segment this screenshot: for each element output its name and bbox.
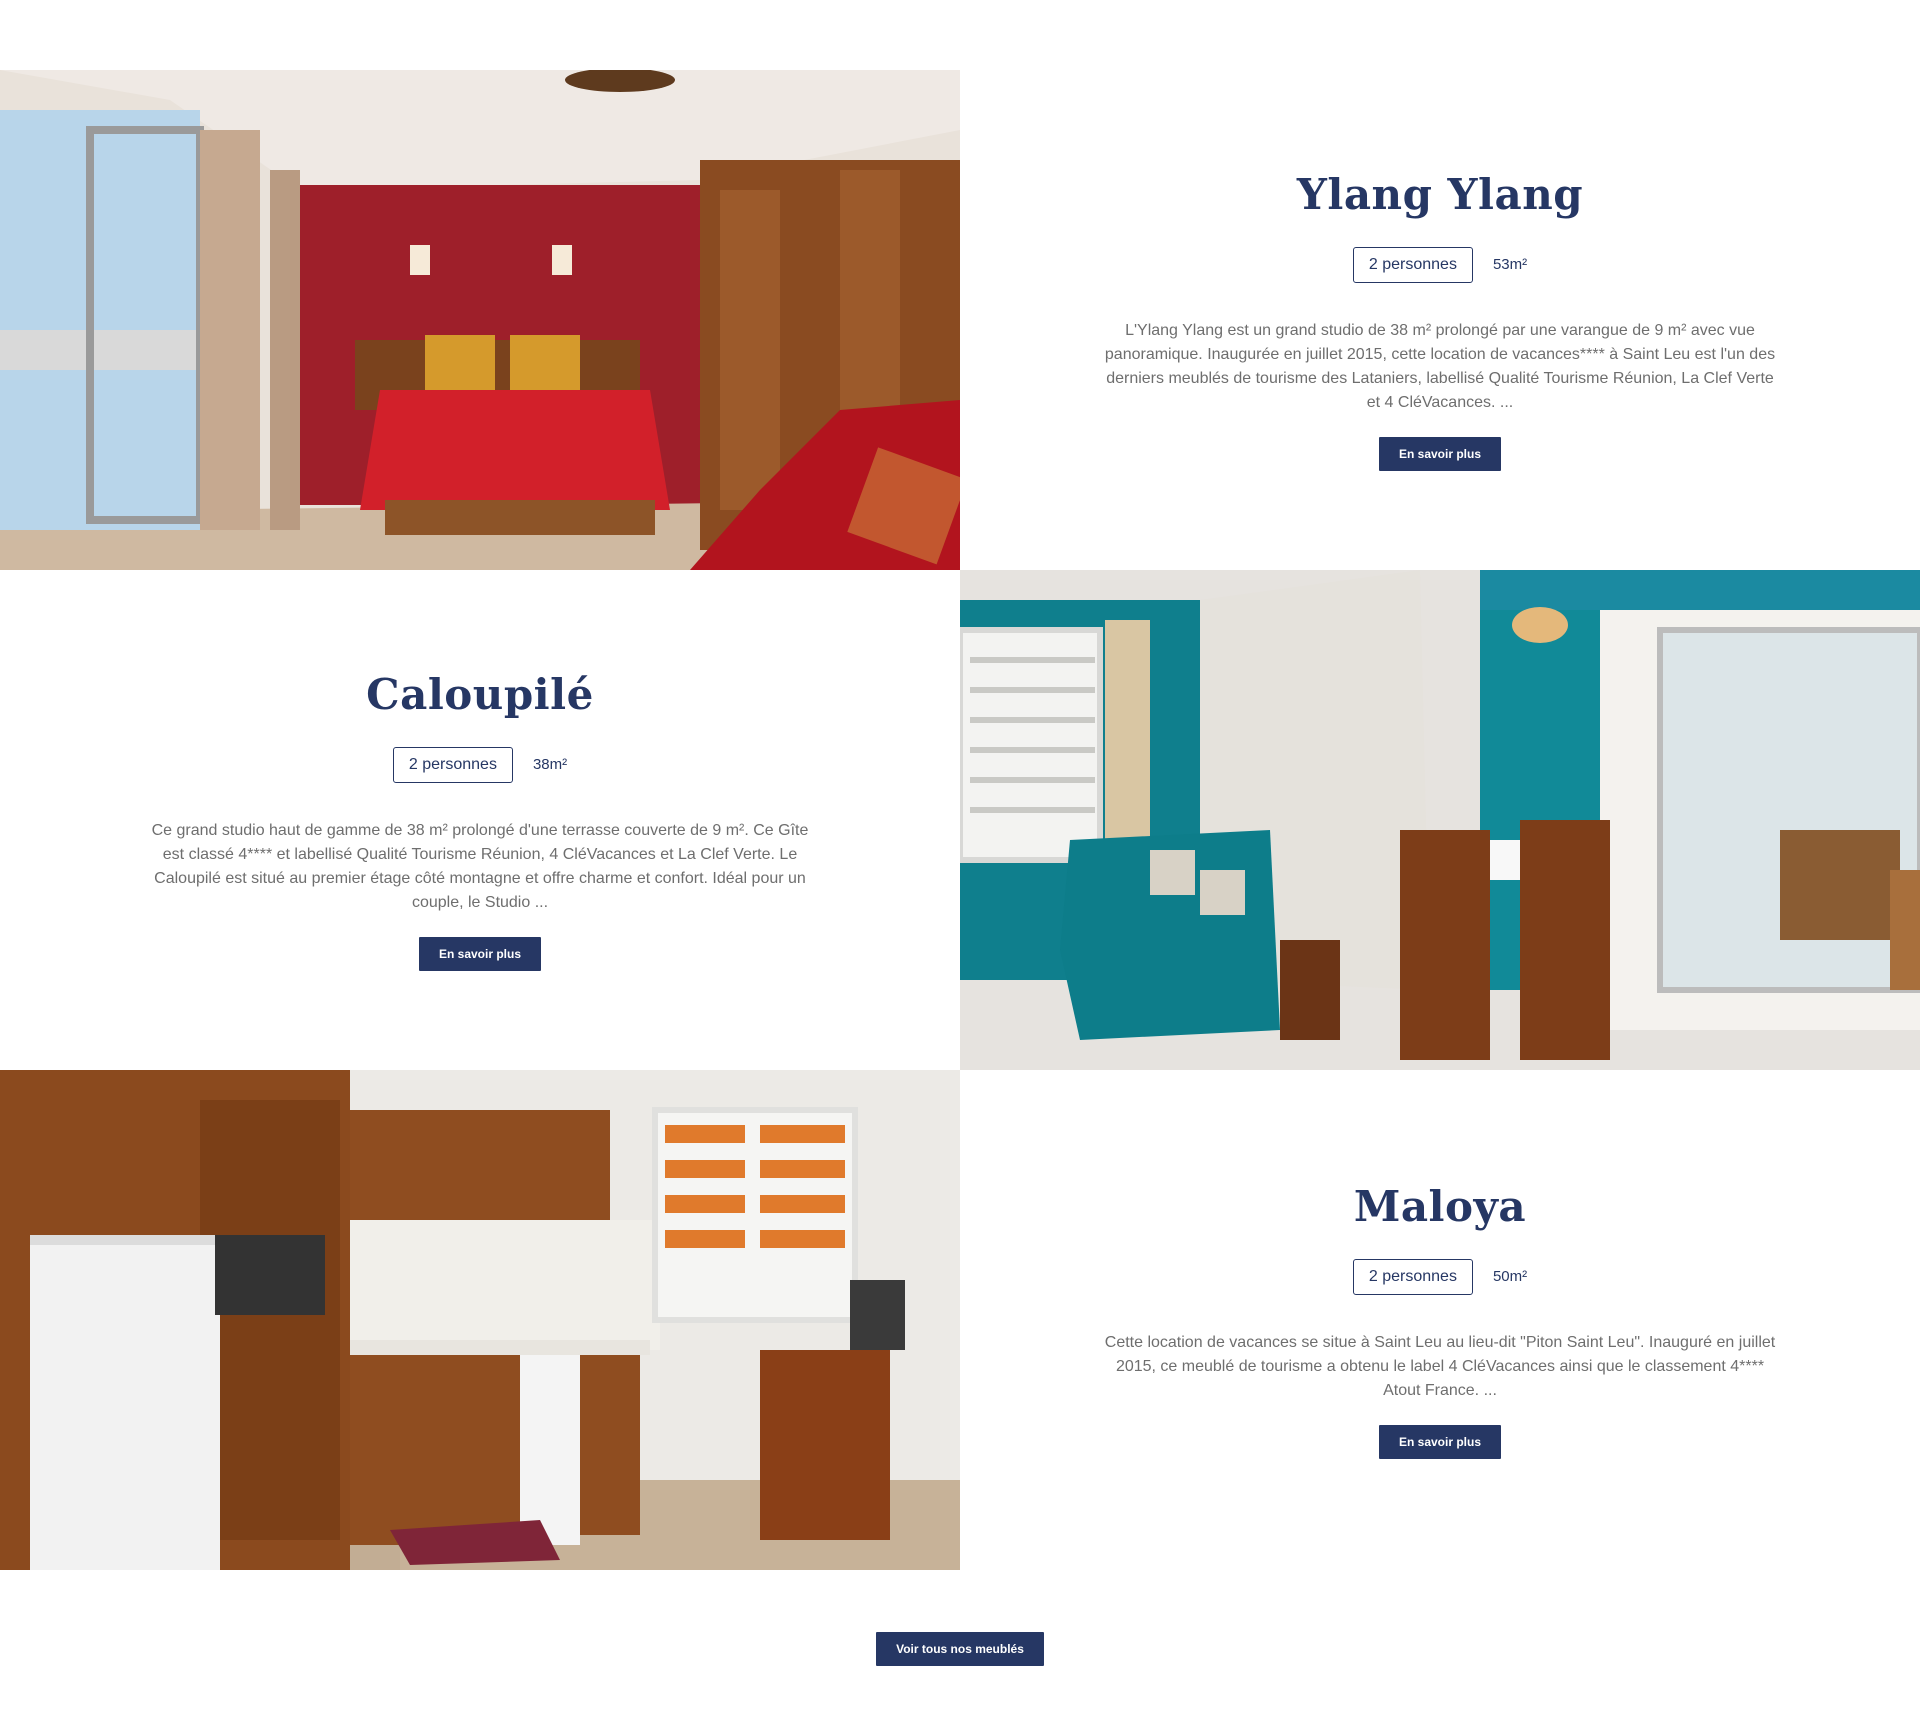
listing-description: Ce grand studio haut de gamme de 38 m² p… [151,821,809,911]
listing-meta: 2 personnes 50m² [1352,1258,1528,1295]
listing-title: Ylang Ylang [1296,169,1584,219]
area-label: 53m² [1492,256,1528,273]
listing-meta: 2 personnes 53m² [1352,246,1528,283]
capacity-badge: 2 personnes [1352,246,1473,283]
area-label: 38m² [532,756,568,773]
listing-meta: 2 personnes 38m² [392,746,568,783]
ylang-ylang-info: Ylang Ylang 2 personnes 53m² L'Ylang Yla… [960,70,1920,570]
capacity-badge: 2 personnes [1352,1258,1473,1295]
area-label: 50m² [1492,1268,1528,1285]
see-all-wrapper: Voir tous nos meublés [0,1632,1920,1666]
learn-more-button[interactable]: En savoir plus [1378,1424,1502,1459]
maloya-kitchen-photo[interactable] [0,1070,960,1570]
see-all-rentals-button[interactable]: Voir tous nos meublés [876,1632,1044,1666]
listing-title: Maloya [1353,1181,1527,1231]
listing-ylang-ylang: Ylang Ylang 2 personnes 53m² L'Ylang Yla… [0,70,1920,570]
listing-maloya: Maloya 2 personnes 50m² Cette location d… [0,1070,1920,1570]
learn-more-button[interactable]: En savoir plus [1378,436,1502,471]
capacity-badge: 2 personnes [392,746,513,783]
caloupile-info: Caloupilé 2 personnes 38m² Ce grand stud… [0,570,960,1070]
listing-caloupile: Caloupilé 2 personnes 38m² Ce grand stud… [0,570,1920,1070]
listing-title: Caloupilé [366,669,594,719]
learn-more-button[interactable]: En savoir plus [418,936,542,971]
caloupile-living-room-photo[interactable] [960,570,1920,1070]
listing-description: L'Ylang Ylang est un grand studio de 38 … [1104,321,1776,411]
maloya-info: Maloya 2 personnes 50m² Cette location d… [960,1070,1920,1570]
listing-description: Cette location de vacances se situe à Sa… [1104,1333,1776,1399]
ylang-ylang-bedroom-photo[interactable] [0,70,960,570]
